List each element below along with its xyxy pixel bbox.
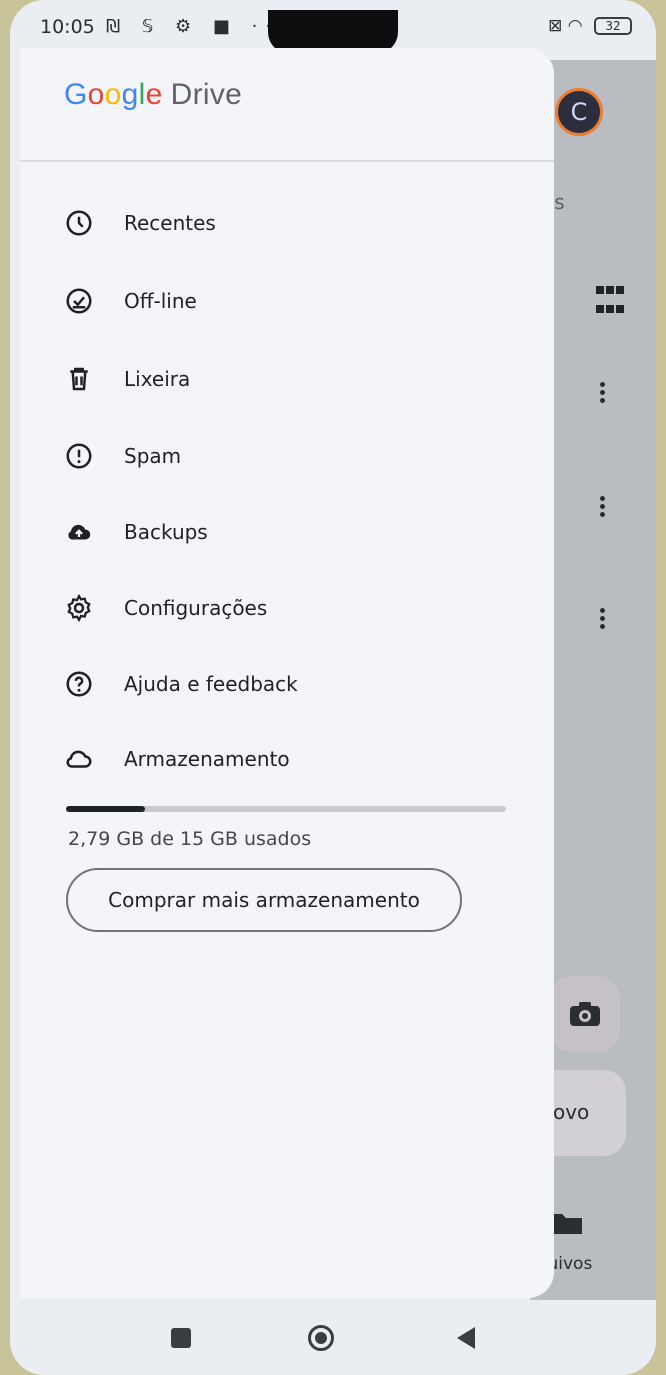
logo-letter: g (121, 78, 139, 111)
drawer-item-recentes[interactable]: Recentes (64, 198, 216, 248)
drawer-item-label: Backups (124, 520, 208, 544)
logo-letter: G (64, 78, 88, 111)
drawer-item-label: Ajuda e feedback (124, 672, 298, 696)
drawer-item-label: Armazenamento (124, 747, 290, 771)
more-options-icon[interactable] (600, 494, 606, 522)
status-right-icons: ⊠ ◠ 32 (548, 16, 632, 36)
gear-icon (67, 593, 91, 623)
drawer-item-armazenamento[interactable]: Armazenamento (64, 734, 290, 784)
more-options-icon[interactable] (600, 606, 606, 634)
storage-progress-bar (66, 806, 506, 812)
drawer-item-configuracoes[interactable]: Configurações (64, 583, 267, 633)
buy-storage-button[interactable]: Comprar mais armazenamento (66, 868, 462, 932)
screen: C es Novo rquivos 10:05 ₪ 𝕊 ⚙ ■ ··· ⊠ ◠ … (10, 0, 656, 1375)
folder-icon (552, 1214, 582, 1234)
navigation-drawer: Google Drive Recentes Off-line Lixeira Sp… (20, 48, 554, 1298)
camera-icon (570, 1002, 600, 1026)
status-time: 10:05 (40, 16, 95, 38)
drawer-item-backups[interactable]: Backups (64, 507, 208, 557)
clock-icon (66, 210, 92, 236)
recents-button[interactable] (163, 1320, 199, 1356)
logo-letter: o (87, 78, 105, 111)
drawer-item-lixeira[interactable]: Lixeira (64, 354, 190, 404)
avatar-letter: C (570, 98, 588, 126)
square-icon (171, 1328, 191, 1348)
phone-frame: C es Novo rquivos 10:05 ₪ 𝕊 ⚙ ■ ··· ⊠ ◠ … (0, 0, 666, 1375)
cloud-icon (66, 750, 92, 768)
drawer-item-label: Lixeira (124, 367, 191, 391)
logo-letter: l (138, 78, 146, 111)
status-notification-icons: ₪ 𝕊 ⚙ ■ ··· (106, 16, 293, 37)
grid-view-icon[interactable] (595, 280, 625, 313)
drawer-item-label: Spam (124, 444, 182, 468)
offline-check-icon (66, 288, 92, 314)
cloud-upload-icon (68, 524, 91, 540)
battery-icon: 32 (594, 17, 632, 35)
wifi-icon: ⊠ ◠ (548, 16, 583, 36)
back-triangle-icon (457, 1327, 475, 1349)
spam-icon (66, 443, 92, 469)
logo-drive-text: Drive (170, 78, 243, 111)
drawer-item-spam[interactable]: Spam (64, 431, 181, 481)
drawer-item-ajuda[interactable]: Ajuda e feedback (64, 659, 298, 709)
home-button[interactable] (303, 1320, 339, 1356)
drawer-item-label: Off-line (124, 289, 197, 313)
camera-fab[interactable] (550, 976, 620, 1052)
drawer-item-offline[interactable]: Off-line (64, 276, 197, 326)
storage-progress-fill (66, 806, 146, 812)
account-avatar[interactable]: C (555, 88, 603, 136)
help-icon (66, 671, 92, 697)
drawer-item-label: Configurações (124, 596, 268, 620)
google-drive-logo: Google Drive (64, 78, 242, 112)
trash-icon (70, 367, 88, 391)
logo-letter: e (145, 78, 163, 111)
drawer-item-label: Recentes (124, 211, 216, 235)
home-circle-icon (308, 1325, 334, 1351)
logo-letter: o (104, 78, 122, 111)
back-button[interactable] (448, 1320, 484, 1356)
more-options-icon[interactable] (600, 380, 606, 408)
drawer-divider (20, 160, 554, 162)
storage-usage-text: 2,79 GB de 15 GB usados (68, 828, 312, 850)
